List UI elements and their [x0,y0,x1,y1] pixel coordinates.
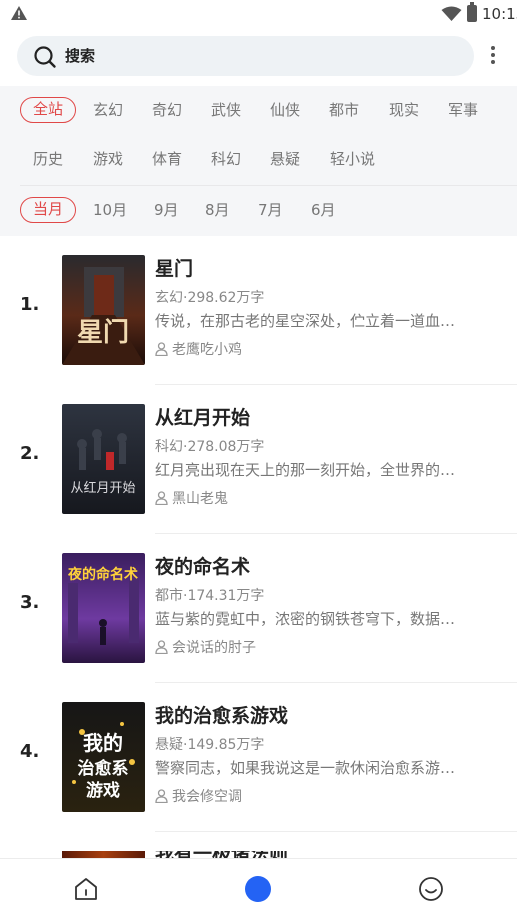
svg-text:我的: 我的 [83,731,123,755]
category-chip-all[interactable]: 全站 [20,97,77,123]
category-chip[interactable]: 历史 [33,146,63,172]
svg-text:夜的命名术: 夜的命名术 [67,566,138,583]
book-description: 蓝与紫的霓虹中，浓密的钢铁苍穹下，数据… [155,610,456,628]
home-icon[interactable] [73,876,99,902]
category-chip[interactable]: 玄幻 [93,97,123,123]
ranking-tab-icon[interactable] [245,876,271,902]
list-item[interactable]: 4. 我的 治愈系 游戏 我的治愈系游戏 悬疑·149.85万字 警察同志，如果… [0,683,517,832]
category-chip[interactable]: 体育 [152,146,182,172]
item-divider [155,831,517,832]
clock: 10:15 [482,5,517,23]
month-chip[interactable]: 9月 [154,197,179,223]
book-description: 警察同志，如果我说这是一款休闲治愈系游… [155,759,456,777]
filter-panel: 全站 玄幻 奇幻 武侠 仙侠 都市 现实 军事 历史 游戏 体育 科幻 悬疑 轻… [0,86,517,236]
rank-number: 4. [20,741,40,762]
category-chip[interactable]: 悬疑 [270,146,300,172]
category-chip[interactable]: 轻小说 [330,146,375,172]
person-icon [155,491,168,506]
book-author: 老鹰吃小鸡 [155,339,242,359]
rank-number: 2. [20,443,40,464]
book-cover: 从红月开始 [62,404,145,514]
book-meta: 科幻·278.08万字 [155,439,265,455]
category-chip[interactable]: 游戏 [93,146,123,172]
book-meta: 玄幻·298.62万字 [155,290,265,306]
category-chip[interactable]: 仙侠 [270,97,300,123]
search-icon [34,46,56,68]
wifi-icon [441,6,462,21]
book-author: 我会修空调 [155,786,242,806]
book-title: 我的治愈系游戏 [155,705,289,727]
bottom-navigation [0,858,517,919]
book-meta: 都市·174.31万字 [155,588,265,604]
list-item[interactable]: 2. 从红月开始 从红月开始 科幻·278.08万字 红月亮出现在天上的那一刻开… [0,385,517,534]
rank-number: 3. [20,592,40,613]
month-chip-current[interactable]: 当月 [20,197,77,223]
month-chip[interactable]: 7月 [258,197,283,223]
status-bar: 10:15 [0,0,517,30]
month-chip[interactable]: 6月 [311,197,336,223]
search-placeholder: 搜索 [65,47,96,65]
category-chip[interactable]: 军事 [448,97,478,123]
person-icon [155,640,168,655]
book-title: 从红月开始 [155,407,251,429]
list-item[interactable]: 3. 夜的命名术 夜的命名术 都市·174.31万字 蓝与紫的霓虹中，浓密的钢铁… [0,534,517,683]
author-name: 老鹰吃小鸡 [172,342,242,358]
author-name: 会说话的肘子 [172,640,256,656]
book-description: 红月亮出现在天上的那一刻开始，全世界的… [155,461,456,479]
book-cover: 夜的命名术 [62,553,145,663]
book-description: 传说，在那古老的星空深处，伫立着一道血… [155,312,456,330]
rank-number: 1. [20,294,40,315]
author-name: 黑山老鬼 [172,491,228,507]
search-bar[interactable]: 搜索 [17,36,474,76]
category-chip[interactable]: 武侠 [211,97,241,123]
author-name: 我会修空调 [172,789,242,805]
battery-icon [467,2,477,22]
svg-text:星门: 星门 [77,318,129,348]
category-chip[interactable]: 现实 [389,97,419,123]
svg-text:从红月开始: 从红月开始 [70,480,135,496]
list-item[interactable]: 1. 星门 星门 玄幻·298.62万字 传说，在那古老的星空深处，伫立着一道血… [0,236,517,385]
month-chip[interactable]: 10月 [93,197,127,223]
filter-divider [20,185,517,186]
more-options-icon[interactable] [484,44,502,70]
svg-text:游戏: 游戏 [86,780,120,801]
book-meta: 悬疑·149.85万字 [155,737,265,753]
book-author: 会说话的肘子 [155,637,256,657]
book-title: 夜的命名术 [155,556,251,578]
person-icon [155,342,168,357]
person-icon [155,789,168,804]
warning-icon [11,6,27,20]
book-author: 黑山老鬼 [155,488,228,508]
book-cover: 星门 [62,255,145,365]
category-chip[interactable]: 奇幻 [152,97,182,123]
month-chip[interactable]: 8月 [205,197,230,223]
book-title: 星门 [155,258,194,280]
book-cover: 我的 治愈系 游戏 [62,702,145,812]
category-chip[interactable]: 科幻 [211,146,241,172]
svg-text:治愈系: 治愈系 [78,758,129,779]
category-chip[interactable]: 都市 [329,97,359,123]
profile-smile-icon[interactable] [418,876,444,902]
